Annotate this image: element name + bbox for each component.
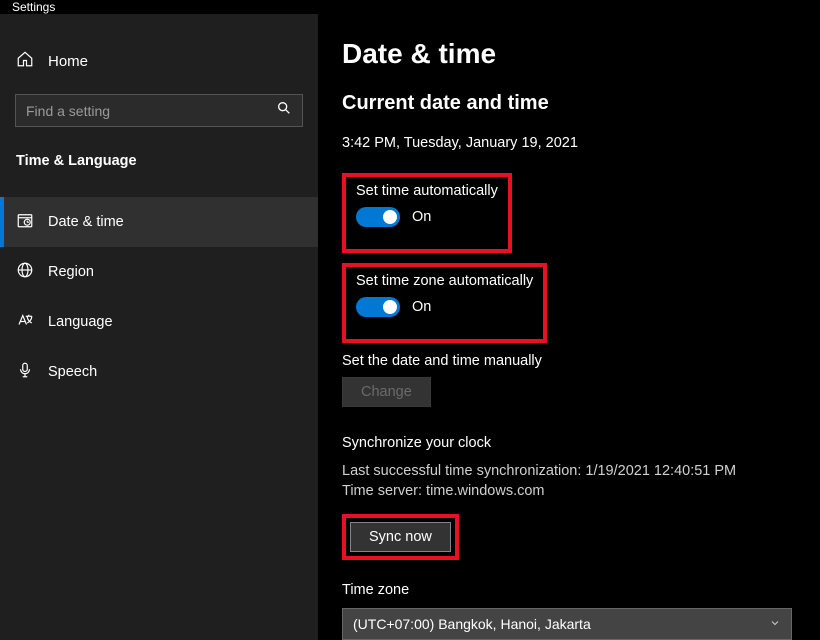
sync-heading: Synchronize your clock <box>342 435 820 451</box>
set-time-auto-toggle[interactable] <box>356 207 400 227</box>
home-label: Home <box>48 53 88 70</box>
set-tz-auto-toggle[interactable] <box>356 297 400 317</box>
search-input[interactable] <box>26 103 276 119</box>
sync-server: Time server: time.windows.com <box>342 481 820 501</box>
set-tz-auto-state: On <box>412 299 431 315</box>
sidebar-item-speech[interactable]: Speech <box>0 347 318 397</box>
highlight-set-time-auto: Set time automatically On <box>342 173 512 253</box>
chevron-down-icon <box>769 616 781 632</box>
globe-icon <box>16 261 34 283</box>
sidebar-item-label: Date & time <box>48 214 124 230</box>
sidebar: Home Time & Language Date & time Region <box>0 14 318 640</box>
home-icon <box>16 50 34 72</box>
window-title: Settings <box>0 0 820 14</box>
sidebar-item-label: Region <box>48 264 94 280</box>
highlight-sync-now: Sync now <box>342 514 459 560</box>
category-heading: Time & Language <box>0 153 318 169</box>
sidebar-item-label: Language <box>48 314 113 330</box>
section-heading: Current date and time <box>342 92 820 115</box>
home-nav[interactable]: Home <box>0 42 318 80</box>
language-icon <box>16 311 34 333</box>
microphone-icon <box>16 361 34 383</box>
set-time-auto-label: Set time automatically <box>356 183 498 199</box>
sidebar-item-language[interactable]: Language <box>0 297 318 347</box>
sidebar-item-label: Speech <box>48 364 97 380</box>
sidebar-item-region[interactable]: Region <box>0 247 318 297</box>
timezone-value: (UTC+07:00) Bangkok, Hanoi, Jakarta <box>353 616 591 632</box>
timezone-label: Time zone <box>342 582 820 598</box>
page-title: Date & time <box>342 38 820 70</box>
change-button: Change <box>342 377 431 407</box>
set-time-auto-state: On <box>412 209 431 225</box>
timezone-dropdown[interactable]: (UTC+07:00) Bangkok, Hanoi, Jakarta <box>342 608 792 640</box>
set-tz-auto-label: Set time zone automatically <box>356 273 533 289</box>
current-datetime: 3:42 PM, Tuesday, January 19, 2021 <box>342 135 820 151</box>
sync-now-button[interactable]: Sync now <box>350 522 451 552</box>
sidebar-item-date-time[interactable]: Date & time <box>0 197 318 247</box>
highlight-set-tz-auto: Set time zone automatically On <box>342 263 547 343</box>
clock-icon <box>16 211 34 233</box>
search-icon <box>276 100 292 121</box>
main-content: Date & time Current date and time 3:42 P… <box>318 14 820 640</box>
sync-last: Last successful time synchronization: 1/… <box>342 461 820 481</box>
search-box[interactable] <box>15 94 303 127</box>
manual-label: Set the date and time manually <box>342 353 820 369</box>
